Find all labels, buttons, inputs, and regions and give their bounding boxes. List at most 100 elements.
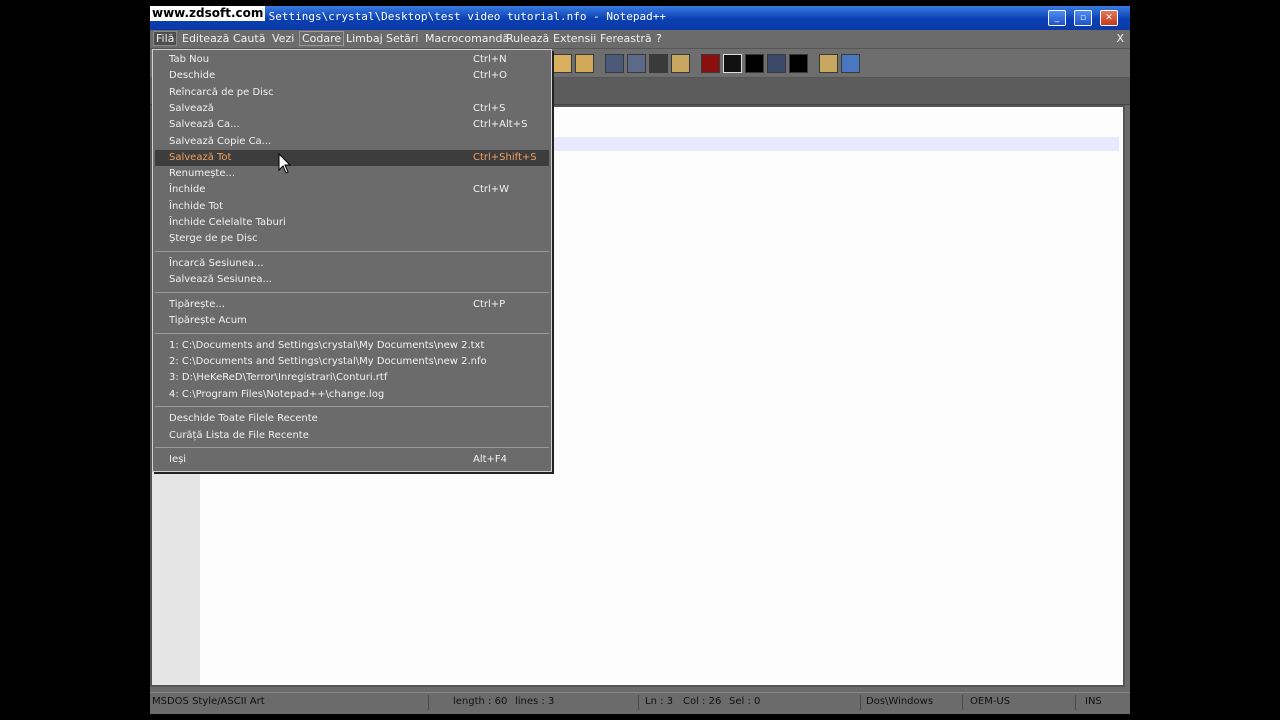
status-eol: Dos\Windows [866,696,934,707]
menu-separator [155,332,549,334]
menu-entry[interactable]: Renumește... [155,166,549,182]
run-macro-multiple-icon[interactable] [767,54,786,73]
print-icon[interactable] [819,54,838,73]
play-macro-icon[interactable] [745,54,764,73]
menu-entry-label: Închide Tot [169,200,224,212]
spell-check-icon[interactable] [841,54,860,73]
menu-entry-label: 1: C:\Documents and Settings\crystal\My … [169,339,485,351]
menu-entry-label: Salvează [169,102,214,114]
menu-entry-label: Salvează Ca... [169,119,240,131]
menu-entry[interactable]: Salvează Ca... Ctrl+Alt+S [155,117,549,133]
menu-entry-label: Încarcă Sesiunea... [169,257,264,269]
menu-entry[interactable]: Salvează Ctrl+S [155,101,549,117]
menu-entry-label: Ieși [169,454,187,466]
menu-entry-label: Tipărește Acum [169,315,247,327]
menu-entry-label: Închide Celelalte Taburi [169,217,286,228]
menu-entry[interactable]: 3: D:\HeKeReD\Terror\Inregistrari\Contur… [155,370,549,386]
menu-entry-label: Șterge de pe Disc [169,233,258,245]
menu-entry-label: Închide [169,184,206,196]
menu-entry-shortcut: Ctrl+Shift+S [473,151,537,163]
title-bar[interactable]: C:\Documents and Settings\crystal\Deskto… [150,6,1130,30]
status-length: length : 60 [453,696,508,707]
menu-entry-label: Deschide [169,70,216,82]
menu-entry-shortcut: Ctrl+S [473,102,506,114]
menu-entry[interactable]: Șterge de pe Disc [155,231,549,247]
menu-help[interactable]: ? [654,32,664,45]
menu-entry[interactable]: Tipărește... Ctrl+P [155,297,549,313]
stop-record-icon[interactable] [723,54,742,73]
menu-entry[interactable]: Curăță Lista de File Recente [155,428,549,444]
menu-separator [155,447,549,449]
restore-button[interactable]: ▫ [1074,10,1092,26]
close-button[interactable]: ✕ [1100,10,1118,26]
menu-edit[interactable]: Editează [180,32,231,45]
menu-settings[interactable]: Setări [384,32,420,45]
status-column: Col : 26 [683,696,722,707]
menu-separator [155,251,549,253]
menu-entry-label: Tab Nou [169,54,210,65]
menu-entry-label: Salvează Tot [169,151,232,163]
menu-bar: Filă Editează Caută Vezi Codare Limbaj S… [150,30,1130,49]
watermark: www.zdsoft.com [150,6,266,21]
menu-entry-label: Tipărește... [169,298,225,310]
menu-macro[interactable]: Macrocomandă [423,32,511,45]
menu-separator [155,292,549,293]
menu-entry-label: 4: C:\Program Files\Notepad++\change.log [169,388,385,400]
file-menu-dropdown: Tab Nou Ctrl+N Deschide Ctrl+O Reîncarcă de … [152,49,552,472]
status-insert-mode: INS [1085,696,1102,707]
status-lines: lines : 3 [515,696,555,707]
close-document-button[interactable]: X [1116,32,1124,45]
menu-entry[interactable]: 4: C:\Program Files\Notepad++\change.log [155,387,549,403]
menu-entry[interactable]: Salvează Copie Ca... [155,134,549,150]
menu-entry[interactable]: Deschide Toate Filele Recente [155,411,549,427]
menu-entry[interactable]: Ieși Alt+F4 [155,452,549,468]
menu-entry[interactable]: 2: C:\Documents and Settings\crystal\My … [155,354,549,370]
status-file-type: MSDOS Style/ASCII Art [152,696,265,707]
indent-guide-icon[interactable] [649,54,668,73]
menu-entry-shortcut: Ctrl+O [473,70,508,82]
status-encoding: OEM-US [970,696,1011,707]
user-lang-icon[interactable] [671,54,690,73]
menu-entry[interactable]: Închide Tot [155,199,549,215]
menu-entry-label: Deschide Toate Filele Recente [169,413,318,425]
menu-entry[interactable]: Reîncarcă de pe Disc [155,85,549,101]
menu-entry-label: Curăță Lista de File Recente [169,429,309,441]
menu-entry[interactable]: Tab Nou Ctrl+N [155,52,549,68]
find-in-files-icon[interactable] [553,54,572,73]
save-macro-icon[interactable] [789,54,808,73]
mouse-cursor-icon [278,153,292,174]
menu-view[interactable]: Vezi [270,32,296,45]
menu-run[interactable]: Rulează [504,32,551,45]
menu-entry-label: Salvează Sesiunea... [169,274,272,286]
status-selection: Sel : 0 [729,696,761,707]
record-macro-icon[interactable] [701,54,720,73]
menu-language[interactable]: Limbaj [344,32,385,45]
menu-search[interactable]: Caută [231,32,267,45]
menu-file[interactable]: Filă [153,31,178,46]
menu-entry-label: Salvează Copie Ca... [169,135,272,147]
word-wrap-icon[interactable] [605,54,624,73]
menu-entry-shortcut: Ctrl+N [473,54,507,65]
minimize-button[interactable]: _ [1048,10,1066,26]
menu-entry[interactable]: 1: C:\Documents and Settings\crystal\My … [155,338,549,354]
menu-plugins[interactable]: Extensii [551,32,598,45]
menu-entry-label: 3: D:\HeKeReD\Terror\Inregistrari\Contur… [169,372,388,384]
menu-entry[interactable]: Încarcă Sesiunea... [155,256,549,272]
show-all-chars-icon[interactable] [627,54,646,73]
menu-encoding[interactable]: Codare [299,31,345,46]
menu-entry[interactable]: Deschide Ctrl+O [155,68,549,84]
menu-entry[interactable]: Închide Ctrl+W [155,182,549,198]
menu-entry-label: Reîncarcă de pe Disc [169,86,274,98]
menu-window[interactable]: Fereastră [598,32,654,45]
replace-icon[interactable] [575,54,594,73]
menu-entry-shortcut: Ctrl+P [473,298,506,310]
menu-entry[interactable]: Salvează Sesiunea... [155,272,549,288]
menu-entry[interactable]: Salvează Tot Ctrl+Shift+S [155,149,549,166]
menu-entry-shortcut: Alt+F4 [473,454,508,466]
status-line-number: Ln : 3 [645,696,673,707]
menu-entry[interactable]: Tipărește Acum [155,313,549,329]
menu-entry-shortcut: Ctrl+Alt+S [473,119,528,131]
menu-entry[interactable]: Închide Celelalte Taburi [155,215,549,231]
menu-entry-label: Renumește... [169,168,236,180]
status-bar: MSDOS Style/ASCII Art length : 60 lines … [150,692,1130,713]
